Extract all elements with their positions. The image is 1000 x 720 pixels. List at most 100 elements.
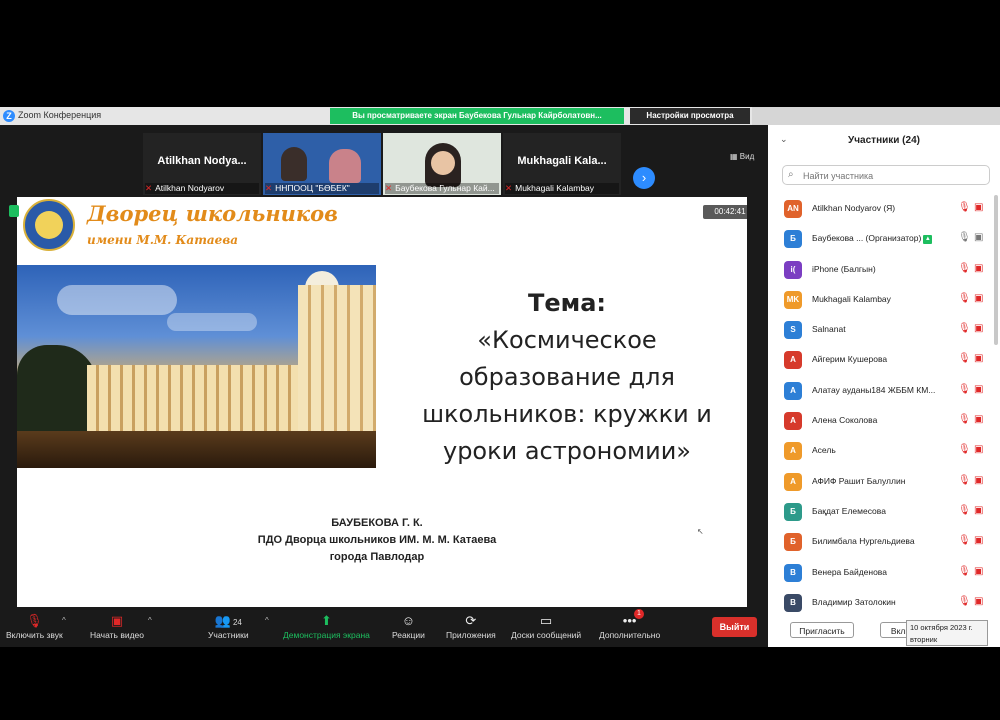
video-tile-active-speaker[interactable]: ✕ Баубекова Гульнар Кай... — [383, 133, 501, 195]
participant-name: Айгерим Кушерова — [812, 354, 888, 365]
video-tile-name: Atilkhan Nodya... — [157, 155, 247, 167]
participant-avatar: А — [784, 472, 802, 491]
participant-avatar: MK — [784, 290, 802, 309]
muted-mic-icon[interactable]: 🎙 — [958, 323, 971, 334]
participant-row[interactable]: Б Билимбала Нургельдиева 🎙 ▣ — [768, 528, 992, 558]
view-settings-button[interactable]: Настройки просмотра — [630, 108, 750, 124]
video-off-icon[interactable]: ▣ — [974, 353, 983, 364]
mouse-cursor-icon: ↖ — [697, 527, 704, 536]
muted-mic-icon[interactable]: 🎙 — [958, 475, 971, 486]
video-off-icon[interactable]: ▣ — [974, 202, 983, 213]
reactions-button[interactable]: ☺ Реакции — [392, 612, 425, 640]
participants-caret-icon[interactable]: ^ — [265, 616, 269, 625]
participant-row[interactable]: А Алена Соколова 🎙 ▣ — [768, 407, 992, 437]
video-off-icon[interactable]: ▣ — [974, 444, 983, 455]
person-figure — [329, 149, 361, 183]
participant-avatar: А — [784, 442, 802, 461]
participants-icon: 👥 24 — [214, 613, 242, 628]
leave-meeting-button[interactable]: Выйти — [712, 617, 757, 637]
app-title: Zoom Конференция — [18, 110, 102, 120]
participant-row[interactable]: S Salnanat 🎙 ▣ — [768, 316, 992, 346]
video-off-icon[interactable]: ▣ — [974, 596, 983, 607]
video-tile[interactable]: Mukhagali Kala... ✕ Mukhagali Kalambay — [503, 133, 621, 195]
video-off-icon[interactable]: ▣ — [974, 505, 983, 516]
participant-search-input[interactable] — [801, 167, 985, 185]
video-off-icon[interactable]: ▣ — [974, 566, 983, 577]
mic-icon[interactable]: 🎙 — [958, 232, 971, 243]
person-figure — [281, 147, 307, 181]
video-tile-caption: ✕ Atilkhan Nodyarov — [145, 183, 259, 194]
participant-row[interactable]: Б Бақдат Елемесова 🎙 ▣ — [768, 498, 992, 528]
participant-row[interactable]: Б Баубекова ... (Организатор) ▲ 🎙 ▣ — [768, 225, 992, 255]
date-tooltip: 10 октября 2023 г. вторник — [906, 620, 988, 646]
participant-row[interactable]: А АФИФ Рашит Балуллин 🎙 ▣ — [768, 468, 992, 498]
participants-button[interactable]: 👥 24 Участники — [208, 612, 249, 640]
slide-palace-title: Дворец школьников — [87, 201, 338, 226]
muted-mic-icon[interactable]: 🎙 — [958, 444, 971, 455]
invite-button[interactable]: Пригласить — [790, 622, 854, 638]
muted-mic-icon: ✕ — [385, 183, 393, 193]
participant-row[interactable]: i(iPhone (Балгын) 🎙 ▣ — [768, 256, 992, 286]
muted-mic-icon[interactable]: 🎙 — [958, 202, 971, 213]
participant-row[interactable]: В Венера Байденова 🎙 ▣ — [768, 559, 992, 589]
muted-mic-icon[interactable]: 🎙 — [958, 263, 971, 274]
muted-mic-icon[interactable]: 🎙 — [958, 505, 971, 516]
video-off-icon[interactable]: ▣ — [974, 475, 983, 486]
reactions-icon: ☺ — [401, 613, 416, 628]
start-video-button[interactable]: ▣ Начать видео — [90, 612, 144, 640]
participant-avatar: А — [784, 381, 802, 400]
muted-mic-icon[interactable]: 🎙 — [958, 384, 971, 395]
slide-topic: Тема: «Космическое образование для школь… — [397, 285, 737, 470]
next-page-arrow-icon[interactable]: › — [633, 167, 655, 189]
participant-avatar: А — [784, 351, 802, 370]
security-shield-icon[interactable] — [9, 205, 19, 217]
video-options-caret-icon[interactable]: ^ — [148, 616, 152, 625]
whiteboards-button[interactable]: ▭ Доски сообщений — [511, 612, 581, 640]
video-tile[interactable]: ✕ ННПООЦ "БӨБЕК" — [263, 133, 381, 195]
grid-icon: ▦ — [730, 152, 738, 161]
more-dots-icon: ••• — [622, 613, 637, 628]
video-off-icon[interactable]: ▣ — [974, 384, 983, 395]
video-off-icon[interactable]: ▣ — [974, 293, 983, 304]
participant-row[interactable]: А Айгерим Кушерова 🎙 ▣ — [768, 346, 992, 376]
share-screen-button[interactable]: ⬆ Демонстрация экрана — [283, 612, 370, 640]
participant-name: Венера Байденова — [812, 566, 887, 577]
participant-avatar: i( — [784, 260, 802, 279]
unmute-button[interactable]: 🎙 Включить звук — [6, 612, 63, 640]
author-city: города Павлодар — [329, 551, 425, 563]
muted-mic-icon[interactable]: 🎙 — [958, 566, 971, 577]
participant-row[interactable]: AN Atilkhan Nodyarov (Я) 🎙 ▣ — [768, 195, 992, 225]
person-face — [431, 151, 455, 175]
zoom-logo-icon: Z — [3, 110, 15, 122]
topic-line: уроки астрономии» — [442, 437, 691, 465]
video-off-icon[interactable]: ▣ — [974, 232, 983, 243]
more-button[interactable]: ••• Дополнительно — [599, 612, 660, 640]
search-icon: ⌕ — [788, 169, 794, 180]
video-tile[interactable]: Atilkhan Nodya... ✕ Atilkhan Nodyarov — [143, 133, 261, 195]
muted-mic-icon[interactable]: 🎙 — [958, 353, 971, 364]
muted-mic-icon[interactable]: 🎙 — [958, 293, 971, 304]
participant-list: AN Atilkhan Nodyarov (Я) 🎙 ▣ Б Баубекова ... … — [768, 195, 992, 619]
participant-avatar: Б — [784, 230, 802, 249]
video-off-icon[interactable]: ▣ — [974, 414, 983, 425]
muted-mic-icon[interactable]: 🎙 — [958, 596, 971, 607]
audio-options-caret-icon[interactable]: ^ — [62, 616, 66, 625]
muted-mic-icon[interactable]: 🎙 — [958, 414, 971, 425]
participant-row[interactable]: MK Mukhagali Kalambay 🎙 ▣ — [768, 286, 992, 316]
video-off-icon[interactable]: ▣ — [974, 323, 983, 334]
participant-search[interactable]: ⌕ — [782, 165, 990, 185]
participant-list-scrollbar[interactable] — [994, 195, 998, 345]
video-off-icon[interactable]: ▣ — [974, 263, 983, 274]
participant-row[interactable]: А Асель 🎙 ▣ — [768, 437, 992, 467]
participant-avatar: А — [784, 412, 802, 431]
muted-mic-icon[interactable]: 🎙 — [958, 535, 971, 546]
author-name: БАУБЕКОВА Г. К. — [331, 517, 423, 529]
muted-mic-icon: ✕ — [265, 183, 273, 193]
view-button[interactable]: ▦ Вид — [730, 152, 754, 161]
palace-emblem-icon — [23, 199, 75, 251]
participant-row[interactable]: А Алатау ауданы184 ЖББМ КМ... 🎙 ▣ — [768, 377, 992, 407]
topic-line: образование для — [459, 363, 675, 391]
video-off-icon[interactable]: ▣ — [974, 535, 983, 546]
participant-row[interactable]: В Владимир Затолокин 🎙 ▣ — [768, 589, 992, 619]
apps-button[interactable]: ⟳ Приложения — [446, 612, 496, 640]
